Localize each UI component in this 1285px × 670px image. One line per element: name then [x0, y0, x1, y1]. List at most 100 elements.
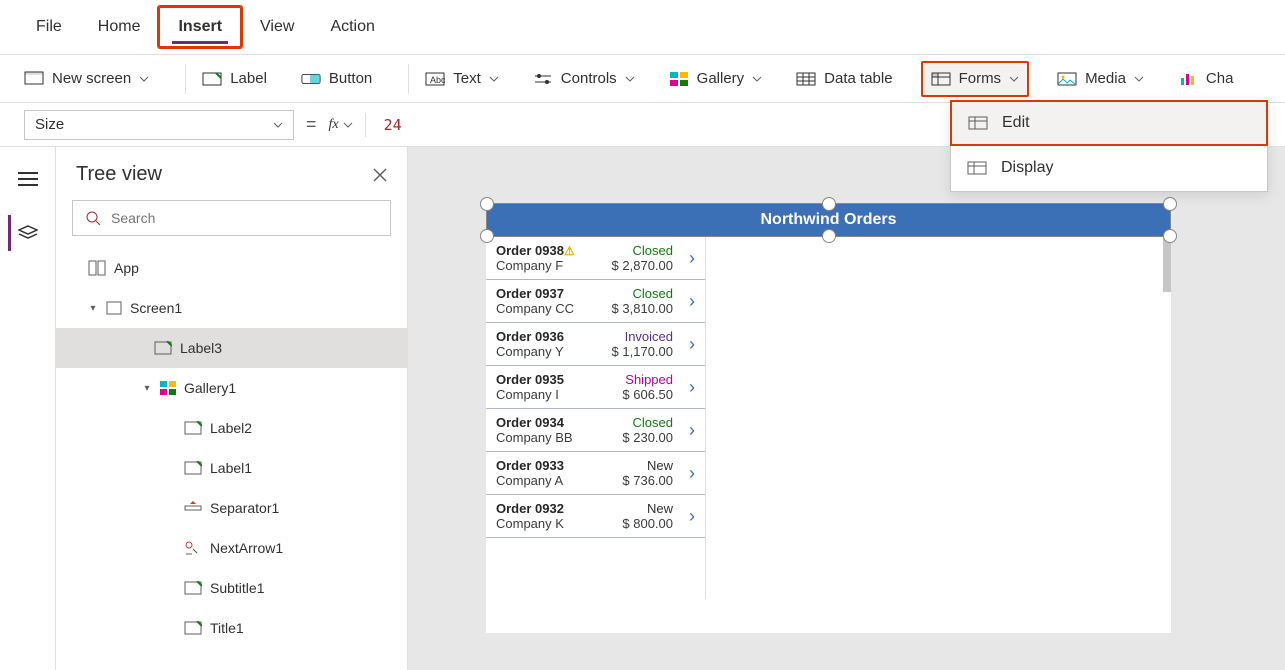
order-amount: $ 736.00	[622, 473, 673, 488]
insert-forms-button[interactable]: Forms	[921, 61, 1030, 97]
tree-label: Label2	[210, 420, 252, 436]
gallery-item[interactable]: Order 0932New›Company K$ 800.00	[486, 495, 705, 538]
data-table-icon	[796, 69, 816, 89]
hamburger-button[interactable]	[10, 161, 46, 197]
menu-home[interactable]: Home	[80, 8, 159, 46]
insert-controls-button[interactable]: Controls	[527, 65, 641, 93]
separator-icon	[184, 501, 202, 515]
tree-search-box[interactable]	[72, 200, 391, 236]
insert-media-label: Media	[1085, 70, 1126, 87]
form-edit-icon	[968, 116, 988, 130]
tree-label: Title1	[210, 620, 244, 636]
tree-item-screen1[interactable]: ▾ Screen1	[56, 288, 407, 328]
tree-item-label3[interactable]: Label3	[56, 328, 407, 368]
fx-button[interactable]: fx	[329, 117, 353, 133]
tree-item-title1[interactable]: Title1	[56, 608, 407, 648]
order-status: Closed	[612, 243, 673, 258]
tree-item-app[interactable]: App	[56, 248, 407, 288]
canvas[interactable]: Northwind Orders Order 0938⚠Closed›Compa…	[408, 147, 1285, 670]
tree-item-separator1[interactable]: Separator1	[56, 488, 407, 528]
equals-sign: =	[306, 114, 317, 135]
forms-menu-edit[interactable]: Edit	[950, 100, 1268, 146]
gallery-list[interactable]: Order 0938⚠Closed›Company F$ 2,870.00Ord…	[486, 237, 706, 599]
chevron-right-icon[interactable]: ›	[677, 291, 695, 312]
tree-item-label2[interactable]: Label2	[56, 408, 407, 448]
tree-item-nextarrow1[interactable]: NextArrow1	[56, 528, 407, 568]
chevron-right-icon[interactable]: ›	[677, 334, 695, 355]
gallery-item[interactable]: Order 0936 Invoiced › Company Y $ 1,170.00	[486, 323, 705, 366]
caret-down-icon: ▾	[88, 303, 98, 314]
order-id: Order 0938⚠	[496, 243, 608, 258]
app-icon	[88, 260, 106, 276]
tree-label: Screen1	[130, 300, 182, 316]
order-id: Order 0936	[496, 329, 608, 344]
menu-view[interactable]: View	[242, 8, 312, 46]
chevron-down-icon	[273, 120, 283, 130]
order-amount: $ 1,170.00	[612, 344, 673, 359]
insert-text-label: Text	[453, 70, 481, 87]
gallery-item[interactable]: Order 0938⚠Closed›Company F$ 2,870.00	[486, 237, 705, 280]
close-panel-button[interactable]	[373, 168, 387, 182]
forms-dropdown-menu: Edit Display	[950, 100, 1268, 192]
form-display-icon	[967, 161, 987, 175]
text-icon: Abc	[425, 69, 445, 89]
menu-action[interactable]: Action	[312, 8, 392, 46]
gallery-scrollbar[interactable]	[1163, 237, 1171, 292]
insert-label-button[interactable]: Label	[196, 65, 273, 93]
order-status: Invoiced	[612, 329, 673, 344]
tree-item-gallery1[interactable]: ▾ Gallery1	[56, 368, 407, 408]
insert-gallery-button[interactable]: Gallery	[663, 65, 769, 93]
svg-text:Abc: Abc	[430, 75, 445, 85]
tree-view-title: Tree view	[76, 163, 162, 186]
order-id: Order 0935	[496, 372, 618, 387]
gallery-icon	[669, 69, 689, 89]
property-name: Size	[35, 116, 64, 133]
forms-menu-display-label: Display	[1001, 159, 1053, 177]
new-screen-button[interactable]: New screen	[18, 65, 155, 93]
property-selector[interactable]: Size	[24, 110, 294, 140]
label-icon	[184, 461, 202, 475]
chevron-down-icon	[1134, 74, 1144, 84]
order-status: New	[622, 458, 673, 473]
order-company: Company Y	[496, 344, 608, 359]
gallery-item[interactable]: Order 0935Shipped›Company I$ 606.50	[486, 366, 705, 409]
tree-item-label1[interactable]: Label1	[56, 448, 407, 488]
chevron-down-icon	[343, 120, 353, 130]
tree-view-rail-button[interactable]	[8, 215, 44, 251]
search-icon	[85, 210, 101, 226]
forms-menu-display[interactable]: Display	[951, 145, 1267, 191]
label-icon	[184, 621, 202, 635]
tree-label: App	[114, 260, 139, 276]
order-status: Closed	[622, 415, 673, 430]
insert-media-button[interactable]: Media	[1051, 65, 1150, 93]
ribbon: New screen Label Button Abc Text Control…	[0, 55, 1285, 103]
tree-label: Label1	[210, 460, 252, 476]
insert-datatable-button[interactable]: Data table	[790, 65, 898, 93]
chevron-down-icon	[139, 74, 149, 84]
insert-charts-button[interactable]: Cha	[1172, 65, 1234, 93]
hamburger-icon	[18, 172, 38, 186]
insert-charts-label: Cha	[1206, 70, 1234, 87]
insert-datatable-label: Data table	[824, 70, 892, 87]
gallery-item[interactable]: Order 0933New›Company A$ 736.00	[486, 452, 705, 495]
chevron-right-icon[interactable]: ›	[677, 506, 695, 527]
insert-button-button[interactable]: Button	[295, 65, 378, 93]
tree-search-input[interactable]	[109, 209, 378, 227]
menu-file[interactable]: File	[18, 8, 80, 46]
chevron-right-icon[interactable]: ›	[677, 377, 695, 398]
order-id: Order 0937	[496, 286, 608, 301]
order-id: Order 0934	[496, 415, 618, 430]
gallery-item[interactable]: Order 0937Closed›Company CC$ 3,810.00	[486, 280, 705, 323]
order-amount: $ 230.00	[622, 430, 673, 445]
tree-item-subtitle1[interactable]: Subtitle1	[56, 568, 407, 608]
insert-forms-label: Forms	[959, 70, 1002, 87]
chevron-down-icon	[752, 74, 762, 84]
order-status: Closed	[612, 286, 673, 301]
gallery-item[interactable]: Order 0934Closed›Company BB$ 230.00	[486, 409, 705, 452]
chevron-right-icon[interactable]: ›	[677, 463, 695, 484]
chevron-right-icon[interactable]: ›	[677, 420, 695, 441]
insert-text-button[interactable]: Abc Text	[419, 65, 505, 93]
menu-insert[interactable]: Insert	[158, 6, 242, 48]
chevron-right-icon[interactable]: ›	[677, 248, 695, 269]
app-preview: Northwind Orders Order 0938⚠Closed›Compa…	[486, 203, 1171, 633]
